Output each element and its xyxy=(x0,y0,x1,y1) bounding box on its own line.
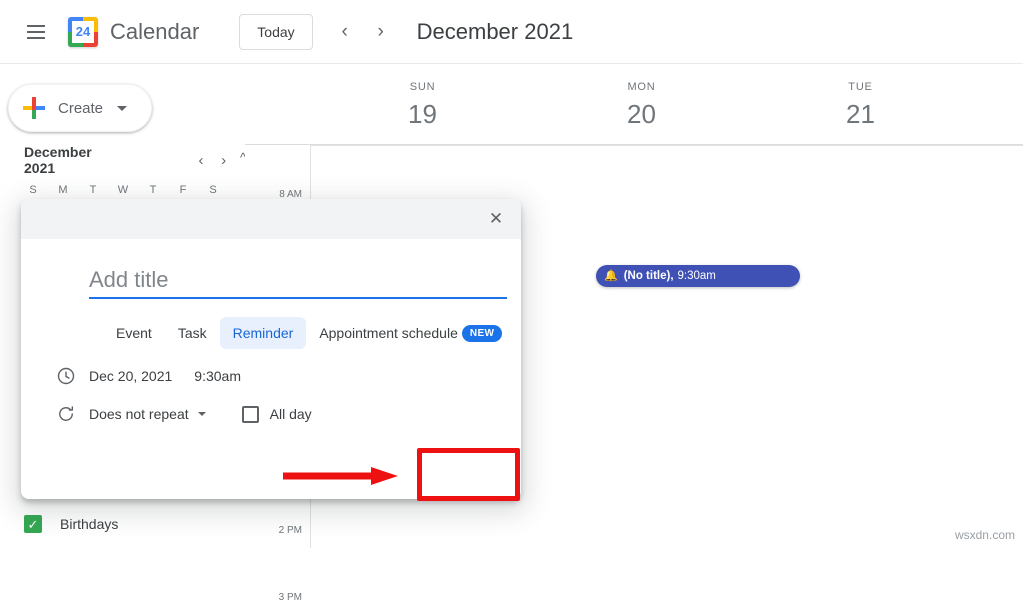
weekday-initial: T xyxy=(149,184,157,196)
day-of-week-label: SUN xyxy=(409,81,436,93)
watermark: wsxdn.com xyxy=(954,528,1015,542)
day-number-label: 19 xyxy=(408,99,437,129)
event-datetime-row[interactable]: Dec 20, 2021 9:30am xyxy=(57,365,521,387)
plus-arm xyxy=(23,106,32,110)
day-number-label: 20 xyxy=(627,99,656,129)
save-button[interactable]: Save xyxy=(449,496,521,499)
day-column-header[interactable]: TUE 21 xyxy=(751,64,970,130)
calendar-checkbox[interactable]: ✓ xyxy=(24,515,42,533)
colored-plus-icon xyxy=(23,97,45,119)
mini-calendar-weekday-row: S M T W T F S xyxy=(0,184,235,196)
close-x-icon[interactable]: ✕ xyxy=(481,204,511,234)
weekday-initial: T xyxy=(89,184,97,196)
today-button[interactable]: Today xyxy=(239,13,313,50)
weekday-initial: M xyxy=(58,184,68,196)
tab-reminder[interactable]: Reminder xyxy=(219,317,307,349)
all-day-label: All day xyxy=(269,406,312,422)
day-of-week-label: TUE xyxy=(848,81,873,93)
date-range-title: December 2021 xyxy=(416,18,574,44)
chevron-right-icon[interactable]: › xyxy=(363,14,399,50)
mini-calendar-header: December 2021 ‹ › xyxy=(0,144,235,176)
list-item[interactable]: ✓ Birthdays xyxy=(0,504,235,544)
caret-down-icon xyxy=(117,105,128,111)
chevron-right-icon[interactable]: › xyxy=(212,147,235,173)
dialog-header: ✕ xyxy=(21,199,521,239)
logo-day-number: 24 xyxy=(72,20,94,43)
event-title: (No title), xyxy=(623,270,674,282)
hour-label: 3 PM xyxy=(278,592,302,603)
create-event-dialog: ✕ Event Task Reminder Appointment schedu… xyxy=(21,199,521,499)
google-calendar-logo-icon: 24 xyxy=(68,16,98,47)
menu-line xyxy=(27,24,45,27)
plus-arm xyxy=(32,106,36,110)
reminder-bell-icon: 🔔 xyxy=(604,269,618,282)
menu-line xyxy=(27,36,45,39)
hamburger-menu-icon[interactable] xyxy=(14,10,58,54)
all-day-checkbox[interactable] xyxy=(241,405,259,423)
create-button-label: Create xyxy=(58,99,104,117)
repeat-icon xyxy=(55,403,77,425)
create-button[interactable]: Create xyxy=(8,84,152,132)
status-badge: NEW xyxy=(461,324,503,342)
plus-arm xyxy=(32,110,36,119)
weekday-initial: F xyxy=(179,184,187,196)
event-type-tabs: Event Task Reminder Appointment schedule… xyxy=(103,317,521,349)
tab-task[interactable]: Task xyxy=(165,317,220,349)
dialog-body: Event Task Reminder Appointment schedule… xyxy=(21,239,521,499)
event-title-input[interactable] xyxy=(89,265,507,299)
chevron-left-icon[interactable]: ‹ xyxy=(190,147,213,173)
event-time-value[interactable]: 9:30am xyxy=(194,368,241,384)
calendar-name: Birthdays xyxy=(60,516,119,532)
tab-appointment-schedule[interactable]: Appointment schedule NEW xyxy=(306,317,515,349)
caret-down-icon[interactable] xyxy=(197,412,206,416)
event-time: 9:30am xyxy=(677,270,716,282)
hour-gridline xyxy=(310,145,1023,146)
app-logo[interactable]: 24 Calendar xyxy=(68,16,200,47)
day-column-header[interactable]: SUN 19 xyxy=(313,64,532,130)
page-title: Calendar xyxy=(110,18,200,44)
event-date-value[interactable]: Dec 20, 2021 xyxy=(89,368,172,384)
plus-arm xyxy=(32,97,36,106)
weekday-initial: S xyxy=(209,184,217,196)
day-of-week-label: MON xyxy=(627,81,656,93)
weekday-initial: S xyxy=(29,184,37,196)
day-header-row: SUN 19 MON 20 TUE 21 xyxy=(245,64,1023,145)
calendar-event-chip[interactable]: 🔔 (No title), 9:30am xyxy=(596,265,800,287)
all-day-checkbox-wrapper[interactable]: All day xyxy=(241,405,312,423)
top-app-bar: 24 Calendar Today ‹ › December 2021 xyxy=(0,0,1023,64)
mini-calendar-month-label: December 2021 xyxy=(24,144,92,176)
chevron-left-icon[interactable]: ‹ xyxy=(327,14,363,50)
day-column-header[interactable]: MON 20 xyxy=(532,64,751,130)
day-number-label: 21 xyxy=(846,99,875,129)
event-repeat-row: Does not repeat All day xyxy=(59,403,521,425)
menu-line xyxy=(27,30,45,33)
tab-event[interactable]: Event xyxy=(103,317,165,349)
weekday-initial: W xyxy=(117,184,129,196)
hour-label: 2 PM xyxy=(278,525,302,536)
clock-icon xyxy=(55,365,77,387)
repeat-dropdown-label[interactable]: Does not repeat xyxy=(89,406,189,422)
plus-arm xyxy=(36,106,45,110)
tab-appointment-schedule-label: Appointment schedule xyxy=(319,325,458,341)
